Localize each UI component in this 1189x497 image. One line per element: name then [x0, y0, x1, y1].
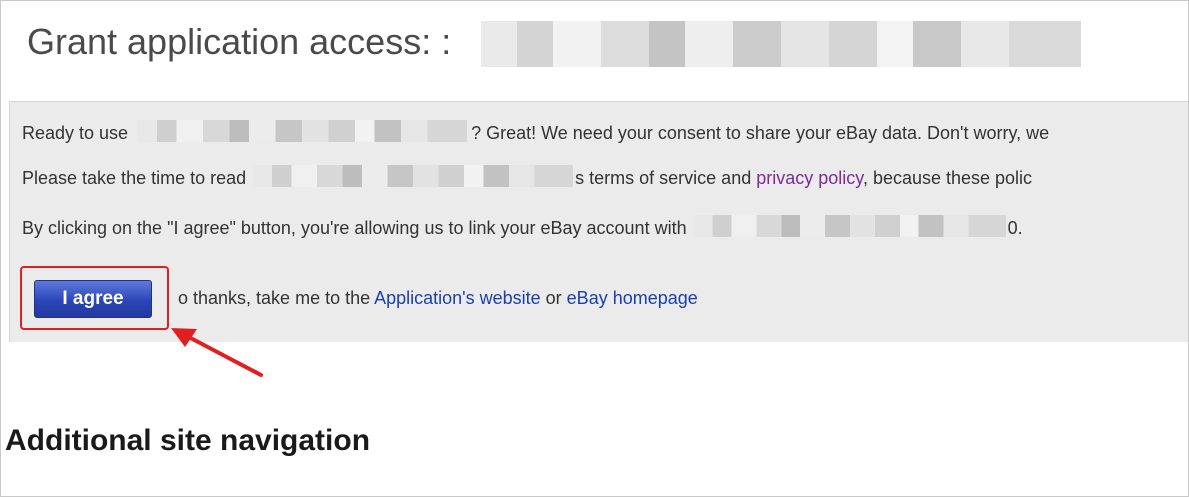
additional-navigation-heading: Additional site navigation	[5, 424, 371, 457]
consent-line-1-prefix: Ready to use	[22, 123, 129, 143]
consent-line-2-suffix: , because these polic	[862, 168, 1033, 188]
redacted-app-name-inline	[137, 120, 468, 142]
consent-line-3-prefix: By clicking on the "I agree" button, you…	[22, 218, 687, 238]
consent-line-2-mid: s terms of service and	[575, 168, 757, 188]
consent-line-2: Please take the time to read s terms of …	[22, 165, 1032, 189]
redacted-app-name-inline	[253, 165, 574, 187]
consent-line-3: By clicking on the "I agree" button, you…	[22, 215, 1023, 239]
consent-line-3-suffix: 0.	[1007, 218, 1023, 238]
red-arrow-icon	[171, 328, 263, 377]
consent-panel: Ready to use ? Great! We need your conse…	[9, 101, 1188, 342]
consent-line-2-prefix: Please take the time to read	[22, 168, 247, 188]
decline-text: o thanks, take me to the	[178, 288, 375, 308]
redacted-app-name	[481, 21, 1081, 67]
consent-line-1-suffix: ? Great! We need your consent to share y…	[471, 123, 1050, 143]
consent-line-1: Ready to use ? Great! We need your conse…	[22, 120, 1049, 144]
decline-line: o thanks, take me to the Application's w…	[178, 288, 698, 309]
or-text: or	[540, 288, 567, 308]
agree-button-highlight: I agree	[20, 266, 169, 330]
privacy-policy-link[interactable]: privacy policy	[756, 168, 863, 188]
page-title: Grant application access: :	[27, 21, 452, 62]
redacted-app-name-inline	[693, 215, 1006, 237]
i-agree-button[interactable]: I agree	[34, 280, 152, 318]
ebay-homepage-link[interactable]: eBay homepage	[567, 288, 698, 308]
browser-page: Grant application access: : Ready to use…	[0, 0, 1189, 497]
application-website-link[interactable]: Application's website	[374, 288, 541, 308]
